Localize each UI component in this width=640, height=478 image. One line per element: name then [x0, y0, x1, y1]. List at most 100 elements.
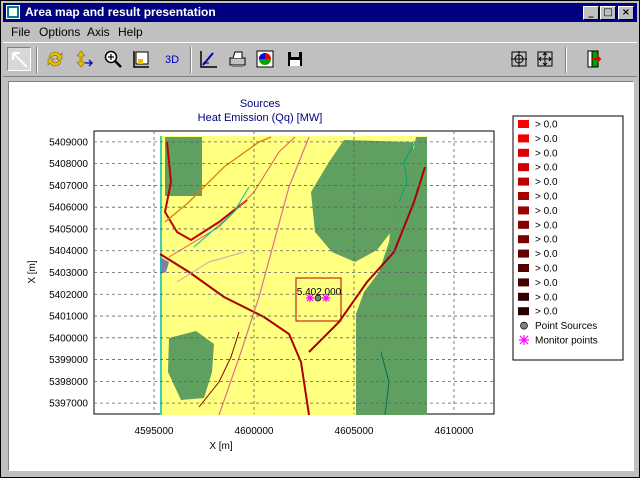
maximize-button[interactable]: □: [600, 6, 616, 20]
legend-label: > 0.0: [535, 264, 558, 275]
legend-label: > 0.0: [535, 278, 558, 289]
legend-color-swatch: [518, 134, 529, 143]
legend-color-swatch: [518, 177, 529, 186]
toolbar-separator: [36, 47, 38, 73]
chart-edit-icon: [200, 51, 217, 68]
x-tick-label: 4605000: [335, 426, 374, 437]
chart-title: Sources: [240, 98, 281, 110]
move-view-button[interactable]: [533, 47, 557, 71]
point-source-swatch: [520, 321, 528, 330]
menu-file[interactable]: File: [11, 25, 30, 39]
legend-label: > 0.0: [535, 220, 558, 231]
axis-frame-icon: [133, 51, 149, 68]
legend-label: > 0.0: [535, 177, 558, 188]
fit-view-icon: [511, 51, 527, 67]
legend-label: Point Sources: [535, 321, 597, 332]
y-tick-label: 5400000: [49, 333, 88, 344]
y-tick-label: 5408000: [49, 159, 88, 170]
printer-icon: [229, 51, 246, 67]
legend-label: > 0.0: [535, 120, 558, 131]
exit-button[interactable]: [581, 47, 605, 71]
legend-color-swatch: [518, 206, 529, 215]
y-tick-label: 5403000: [49, 268, 88, 279]
legend-color-swatch: [518, 307, 529, 316]
x-tick-label: 4610000: [435, 426, 474, 437]
menu-bar: File Options Axis Help: [3, 23, 637, 41]
y-tick-label: 5409000: [49, 137, 88, 148]
axis-frame-button[interactable]: [129, 47, 153, 71]
3d-label: 3D: [165, 54, 179, 66]
y-tick-label: 5398000: [49, 377, 88, 388]
x-axis-ticks: 4595000 4600000 4605000 4610000: [135, 426, 474, 437]
pan-arrows-icon: [76, 50, 93, 68]
y-axis-ticks: 5409000 5408000 5407000 5406000 5405000 54040…: [49, 137, 88, 409]
legend-color-swatch: [518, 148, 529, 157]
color-palette-icon: [256, 50, 274, 68]
refresh-button[interactable]: [43, 47, 67, 71]
terrain-map: [159, 136, 427, 416]
legend-label: > 0.0: [535, 134, 558, 145]
move-arrows-icon: [537, 51, 553, 67]
menu-axis[interactable]: Axis: [87, 25, 110, 39]
y-tick-label: 5406000: [49, 203, 88, 214]
window-title: Area map and result presentation: [25, 5, 216, 19]
monitor-point-swatch: [519, 335, 529, 345]
legend-color-swatch: [518, 220, 529, 229]
legend-color-swatch: [518, 120, 529, 128]
legend-color-swatch: [518, 249, 529, 258]
y-tick-label: 5402000: [49, 290, 88, 301]
toolbar: 3D: [3, 42, 637, 77]
y-tick-label: 5399000: [49, 355, 88, 366]
magnifier-icon: [104, 50, 122, 68]
x-tick-label: 4595000: [135, 426, 174, 437]
edit-chart-button[interactable]: [197, 47, 221, 71]
pan-vertical-button[interactable]: [71, 47, 95, 71]
menu-options[interactable]: Options: [39, 25, 80, 39]
floppy-disk-icon: [288, 52, 302, 66]
legend-label: > 0.0: [535, 307, 558, 318]
legend-label: > 0.0: [535, 292, 558, 303]
refresh-icon: [47, 51, 63, 67]
y-tick-label: 5397000: [49, 399, 88, 410]
legend-label: > 0.0: [535, 235, 558, 246]
select-arrow-icon: [12, 52, 28, 68]
menu-help[interactable]: Help: [118, 25, 143, 39]
y-axis-label: X [m]: [27, 260, 38, 284]
3d-view-button[interactable]: 3D: [161, 47, 185, 71]
y-tick-label: 5404000: [49, 246, 88, 257]
legend-color-swatch: [518, 192, 529, 200]
chart-subtitle: Heat Emission (Qq) [MW]: [198, 112, 323, 124]
y-tick-label: 5405000: [49, 224, 88, 235]
x-axis-label: X [m]: [209, 441, 233, 452]
zoom-button[interactable]: [101, 47, 125, 71]
minimize-button[interactable]: _: [583, 6, 599, 20]
legend-label: > 0.0: [535, 206, 558, 217]
main-window: Area map and result presentation _ □ × F…: [0, 0, 640, 478]
select-arrow-button[interactable]: [7, 47, 31, 71]
fit-view-button[interactable]: [507, 47, 531, 71]
legend-label: > 0.0: [535, 249, 558, 260]
legend-color-swatch: [518, 235, 529, 244]
y-tick-label: 5401000: [49, 312, 88, 323]
legend-label: > 0.0: [535, 163, 558, 174]
monitor-point-marker[interactable]: [306, 294, 314, 302]
map-canvas[interactable]: Sources Heat Emission (Qq) [MW] 5409000 …: [8, 81, 634, 471]
legend-label: Monitor points: [535, 336, 598, 347]
y-tick-label: 5407000: [49, 181, 88, 192]
save-button[interactable]: [283, 47, 307, 71]
legend-label: > 0.0: [535, 192, 558, 203]
point-source-marker[interactable]: [314, 294, 322, 302]
color-settings-button[interactable]: [253, 47, 277, 71]
exit-door-icon: [587, 50, 602, 68]
legend-color-swatch: [518, 264, 529, 272]
legend-color-swatch: [518, 278, 529, 287]
app-icon[interactable]: [6, 5, 20, 19]
toolbar-separator: [190, 47, 192, 73]
monitor-point-marker[interactable]: [322, 294, 330, 302]
close-button[interactable]: ×: [618, 6, 634, 20]
legend-label: > 0.0: [535, 148, 558, 159]
toolbar-separator: [565, 47, 567, 73]
print-button[interactable]: [225, 47, 249, 71]
title-bar[interactable]: Area map and result presentation _ □ ×: [3, 3, 637, 22]
area-map-chart[interactable]: Sources Heat Emission (Qq) [MW] 54090005…: [9, 82, 633, 470]
